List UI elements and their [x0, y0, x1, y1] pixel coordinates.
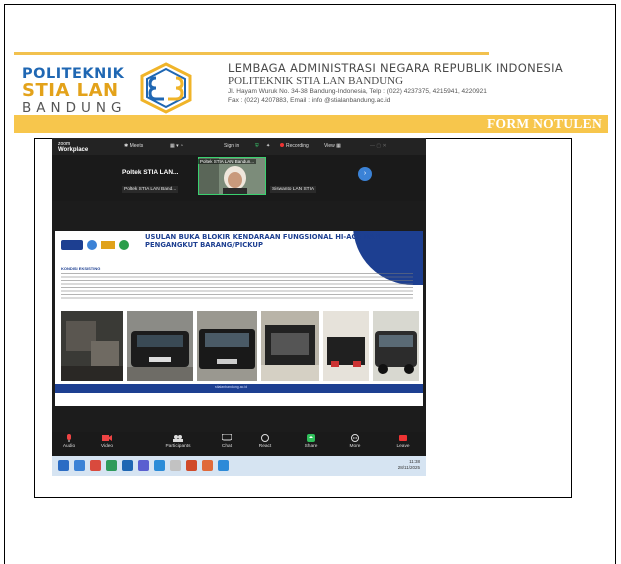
more-button[interactable]: More	[340, 434, 370, 449]
engine-bay-image	[261, 311, 319, 381]
taskbar-app-6-icon[interactable]	[138, 460, 149, 471]
meets-button[interactable]: ✱ Meets	[124, 143, 143, 149]
participant-tile-name-1: Poltek STIA LAN Band...	[122, 186, 179, 193]
logo-line-2: STIA LAN	[22, 80, 119, 101]
document-page: POLITEKNIK STIA LAN BANDUNG LEMBAGA ADMI…	[0, 0, 621, 564]
camera-icon	[102, 435, 112, 441]
chat-label: Chat	[221, 444, 233, 449]
audio-button[interactable]: Audio	[54, 434, 84, 449]
audio-label: Audio	[62, 444, 76, 449]
taskbar-clock[interactable]: 11:38 28/11/2025	[398, 459, 420, 471]
shared-screen-slide: USULAN BUKA BLOKIR KENDARAAN FUNGSIONAL …	[55, 231, 423, 406]
taskbar-app-4-icon[interactable]	[106, 460, 117, 471]
zoom-brand-bottom: Workplace	[58, 147, 89, 153]
zoom-meeting-window: zoom Workplace ✱ Meets ▦ ▾ ◔ Sign in ⛨ ✦…	[52, 138, 426, 476]
zoom-title-bar: zoom Workplace ✱ Meets ▦ ▾ ◔ Sign in ⛨ ✦…	[52, 138, 426, 155]
slide-footer-text: stialanbandung.ac.id	[215, 385, 248, 389]
clock-date: 28/11/2025	[397, 465, 420, 470]
toolbar-icons[interactable]: ▦ ▾ ◔	[170, 143, 183, 149]
meeting-controls-bar: Audio Video Participants Chat React Shar…	[52, 432, 426, 456]
vehicle-photo-6	[373, 311, 419, 381]
taskbar-app-7-icon[interactable]	[154, 460, 165, 471]
video-button[interactable]: Video	[92, 434, 122, 449]
recording-label: Recording	[286, 143, 309, 149]
slide-body-text	[61, 273, 413, 301]
recording-indicator[interactable]: Recording	[280, 143, 309, 149]
react-label: React	[258, 444, 272, 449]
vehicle-photo-3	[197, 311, 257, 381]
hiace-front-image	[373, 311, 419, 381]
more-icon	[351, 434, 359, 442]
video-label: Video	[100, 444, 114, 449]
chat-button[interactable]: Chat	[212, 434, 242, 449]
vehicle-interior-image	[61, 311, 123, 381]
taskbar-app-9-icon[interactable]	[186, 460, 197, 471]
share-label: Share	[304, 444, 318, 449]
institution-logo-text: POLITEKNIK STIA LAN BANDUNG	[22, 66, 142, 116]
reaction-icon[interactable]: ✦	[266, 143, 270, 149]
share-icon	[307, 434, 315, 442]
sign-in-button[interactable]: Sign in	[224, 143, 239, 149]
slide-title: USULAN BUKA BLOKIR KENDARAAN FUNGSIONAL …	[145, 233, 381, 249]
letterhead: POLITEKNIK STIA LAN BANDUNG LEMBAGA ADMI…	[14, 52, 608, 134]
view-button[interactable]: View ▦	[324, 143, 341, 149]
view-label: View	[324, 143, 335, 149]
vehicle-photo-5	[323, 311, 369, 381]
react-icon	[261, 434, 269, 442]
taskbar-app-8-icon[interactable]	[170, 460, 181, 471]
contact-text: Fax : (022) 4207883, Email : info @stial…	[228, 97, 391, 104]
address-text: Jl. Hayam Wuruk No. 34-38 Bandung-Indone…	[228, 88, 487, 95]
vehicle-photo-4	[261, 311, 319, 381]
more-label: More	[349, 444, 361, 449]
taskbar-app-10-icon[interactable]	[202, 460, 213, 471]
slide-logos-icon	[61, 240, 129, 250]
slide-section-heading: KONDISI EKSISTING	[61, 266, 101, 271]
taskbar-app-3-icon[interactable]	[90, 460, 101, 471]
participants-icon	[173, 435, 183, 442]
slide-footer-bar: stialanbandung.ac.id	[55, 384, 423, 393]
letterhead-top-line	[14, 52, 489, 55]
meets-label: Meets	[129, 143, 144, 149]
mic-icon	[67, 434, 71, 442]
gallery-meeting-label: Poltek STIA LAN...	[122, 169, 179, 176]
chat-icon	[222, 434, 232, 441]
shield-icon: ⛨	[255, 143, 259, 149]
taskbar-app-5-icon[interactable]	[122, 460, 133, 471]
participants-button[interactable]: Participants	[158, 434, 198, 449]
next-page-button[interactable]: ›	[358, 167, 372, 181]
logo-line-3: BANDUNG	[22, 100, 127, 116]
letterhead-info: LEMBAGA ADMINISTRASI NEGARA REPUBLIK IND…	[228, 61, 608, 105]
share-button[interactable]: Share	[296, 434, 326, 449]
windows-taskbar: 11:38 28/11/2025	[52, 456, 426, 476]
taskbar-app-2-icon[interactable]	[74, 460, 85, 471]
participant-tag: Poltek STIA LAN Bandun...	[198, 159, 257, 164]
vehicle-side-image	[197, 311, 257, 381]
zoom-brand: zoom Workplace	[58, 141, 88, 153]
participants-label: Participants	[165, 444, 191, 449]
pickup-rear-image	[323, 311, 369, 381]
taskbar-app-1-icon[interactable]	[58, 460, 69, 471]
form-title: FORM NOTULEN	[487, 116, 602, 131]
taskbar-app-11-icon[interactable]	[218, 460, 229, 471]
window-controls[interactable]: — ▢ ✕	[370, 143, 387, 149]
vehicle-photo-2	[127, 311, 193, 381]
leave-label: Leave	[396, 444, 410, 449]
leave-button[interactable]: Leave	[388, 434, 418, 449]
leave-icon	[399, 435, 407, 441]
vehicle-photo-1	[61, 311, 123, 381]
institution-emblem-icon	[140, 62, 192, 114]
org-name: LEMBAGA ADMINISTRASI NEGARA REPUBLIK IND…	[228, 61, 563, 75]
react-button[interactable]: React	[250, 434, 280, 449]
record-dot-icon	[280, 143, 284, 147]
participant-gallery: Poltek STIA LAN... Poltek STIA LAN Band.…	[52, 155, 426, 201]
vehicle-front-image	[127, 311, 193, 381]
participant-tile-name-3: Siswanto LAN STIA	[270, 186, 317, 193]
institution-name: POLITEKNIK STIA LAN BANDUNG	[228, 75, 404, 87]
